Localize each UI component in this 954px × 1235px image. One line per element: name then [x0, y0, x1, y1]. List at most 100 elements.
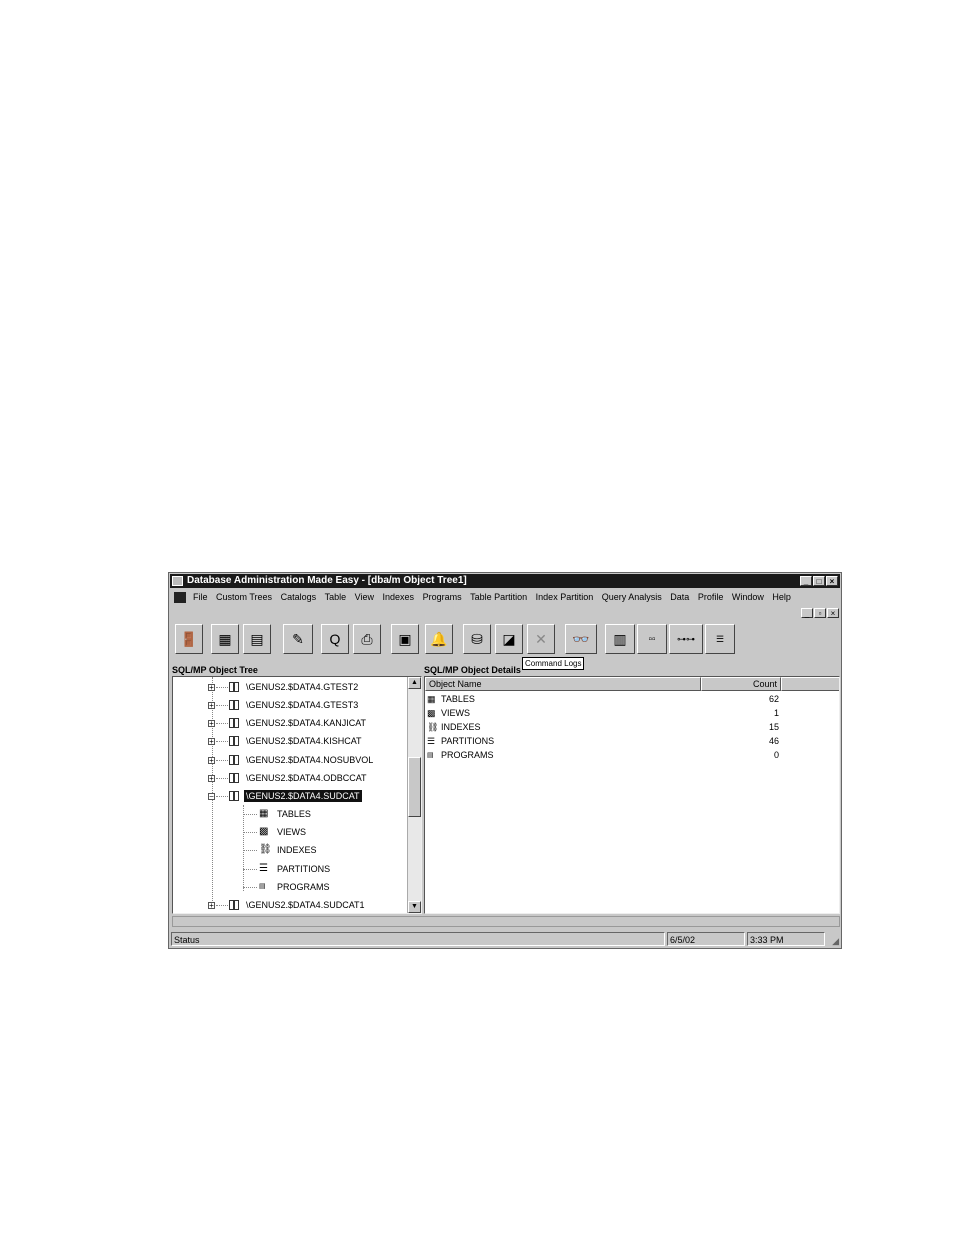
menu-table[interactable]: Table [325, 590, 347, 605]
tree-node-label: \GENUS2.$DATA4.GTEST2 [246, 682, 359, 692]
printer-icon: ⎙ [361, 630, 373, 647]
catalog-icon [229, 755, 239, 765]
mdi-close-button[interactable]: × [827, 608, 839, 618]
list-item[interactable]: ⛓ INDEXES 15 [427, 721, 779, 734]
table-icon: ▦ [259, 808, 269, 819]
list-item[interactable]: ☰ PARTITIONS 46 [427, 735, 779, 748]
table-icon: ▦ [427, 694, 436, 704]
menu-catalogs[interactable]: Catalogs [281, 590, 317, 605]
partition-icon: ☰ [427, 736, 436, 746]
bell-icon: 🔔 [430, 630, 448, 647]
app-icon[interactable] [172, 576, 183, 586]
expand-icon[interactable]: + [208, 738, 215, 746]
minimize-button[interactable]: _ [800, 576, 812, 586]
list-item[interactable]: ▩ VIEWS 1 [427, 707, 779, 720]
object-tree[interactable]: + \GENUS2.$DATA4.GTEST2 + \GENUS2.$DATA4… [172, 676, 422, 914]
grid-icon: ▥ [613, 630, 627, 647]
database-icon: ⛁ [471, 630, 483, 647]
database-button[interactable]: ⛁ [463, 624, 491, 654]
tree-child-label: INDEXES [277, 845, 317, 855]
scroll-thumb[interactable] [408, 757, 421, 817]
menu-help[interactable]: Help [772, 590, 791, 605]
expand-icon[interactable]: + [208, 684, 215, 692]
expand-icon[interactable]: + [208, 702, 215, 710]
expand-icon[interactable]: + [208, 902, 215, 910]
horizontal-bar [172, 916, 840, 927]
query-button[interactable]: Q [321, 624, 349, 654]
menu-file[interactable]: File [193, 590, 208, 605]
menu-view[interactable]: View [355, 590, 374, 605]
find-button[interactable]: 👓 [565, 624, 597, 654]
printer-button[interactable]: ⎙ [353, 624, 381, 654]
grid-button[interactable]: ▥ [605, 624, 635, 654]
toolbar: 🚪 ▦ ▤ ✎ Q ⎙ ▣ 🔔 ⛁ ◪ ✕ 👓 ▥ ▫▫ ⊶⊶ ☰ [171, 622, 839, 658]
expand-icon[interactable]: + [208, 775, 215, 783]
view-icon: ▩ [259, 826, 269, 837]
menu-indexes[interactable]: Indexes [383, 590, 415, 605]
menu-table-partition[interactable]: Table Partition [470, 590, 527, 605]
box-button[interactable]: ◪ [495, 624, 523, 654]
list-item[interactable]: ▤ PROGRAMS 0 [427, 749, 779, 762]
box-icon: ◪ [502, 630, 516, 647]
menu-query-analysis[interactable]: Query Analysis [602, 590, 662, 605]
status-date: 6/5/02 [667, 932, 745, 946]
resize-grip-icon[interactable]: ◢ [832, 934, 839, 948]
index-icon: ⛓ [427, 722, 439, 732]
tree-child-label: TABLES [277, 809, 311, 819]
menu-custom-trees[interactable]: Custom Trees [216, 590, 272, 605]
query-icon: Q [329, 631, 341, 647]
form-icon: ▤ [250, 630, 264, 647]
program-icon: ▤ [259, 883, 266, 890]
tree-node-label: \GENUS2.$DATA4.KISHCAT [246, 736, 362, 746]
tree-scrollbar[interactable]: ▲ ▼ [407, 677, 421, 913]
disk-button[interactable]: ▣ [391, 624, 419, 654]
details-icon: ▫▫ [648, 633, 656, 645]
program-icon: ▤ [427, 752, 434, 759]
object-details-title: SQL/MP Object Details [424, 665, 521, 675]
title-bar[interactable]: Database Administration Made Easy - [dba… [170, 574, 840, 588]
mdi-child-icon[interactable] [174, 592, 186, 603]
tree-node-label: \GENUS2.$DATA4.ODBCCAT [246, 773, 367, 783]
scroll-down-icon[interactable]: ▼ [408, 901, 421, 913]
tree-child-label: VIEWS [277, 827, 307, 837]
list-button[interactable]: ☰ [705, 624, 735, 654]
window-title: Database Administration Made Easy - [dba… [187, 575, 467, 586]
tree-node-label: \GENUS2.$DATA4.SUDCAT [244, 790, 362, 802]
object-details[interactable]: Object Name Count ▦ TABLES 62 ▩ VIEWS 1 … [424, 676, 840, 914]
menu-window[interactable]: Window [732, 590, 764, 605]
tooltip: Command Logs [522, 657, 585, 670]
tree-icon: ▦ [218, 630, 232, 647]
mdi-restore-button[interactable]: ▫ [814, 608, 826, 618]
status-time: 3:33 PM [747, 932, 825, 946]
expand-icon[interactable]: + [208, 720, 215, 728]
binoculars-icon: 👓 [572, 630, 590, 647]
status-bar: Status 6/5/02 3:33 PM ◢ [171, 932, 839, 947]
collapse-icon[interactable]: − [208, 793, 215, 801]
tree-map-button[interactable]: ⊶⊶ [669, 624, 703, 654]
menu-profile[interactable]: Profile [698, 590, 724, 605]
expand-icon[interactable]: + [208, 757, 215, 765]
scroll-up-icon[interactable]: ▲ [408, 677, 421, 689]
column-header-count[interactable]: Count [701, 677, 781, 691]
tree-button[interactable]: ▦ [211, 624, 239, 654]
bell-button[interactable]: 🔔 [425, 624, 453, 654]
delete-icon: ✕ [535, 630, 547, 647]
menu-data[interactable]: Data [670, 590, 689, 605]
menu-index-partition[interactable]: Index Partition [536, 590, 594, 605]
column-header-object-name[interactable]: Object Name [425, 677, 701, 691]
exit-button[interactable]: 🚪 [175, 624, 203, 654]
view-icon: ▩ [427, 708, 436, 718]
close-button[interactable]: × [826, 576, 838, 586]
menu-programs[interactable]: Programs [423, 590, 462, 605]
pen-button[interactable]: ✎ [283, 624, 313, 654]
list-item[interactable]: ▦ TABLES 62 [427, 693, 779, 706]
mdi-minimize-button[interactable]: _ [801, 608, 813, 618]
details-button[interactable]: ▫▫ [637, 624, 667, 654]
maximize-button[interactable]: □ [813, 576, 825, 586]
form-button[interactable]: ▤ [243, 624, 271, 654]
status-text: Status [171, 932, 665, 946]
command-logs-button[interactable]: ✕ [527, 624, 555, 654]
catalog-icon [229, 682, 239, 692]
exit-icon: 🚪 [180, 630, 198, 647]
tree-node-label: \GENUS2.$DATA4.SUDCAT1 [246, 900, 365, 910]
